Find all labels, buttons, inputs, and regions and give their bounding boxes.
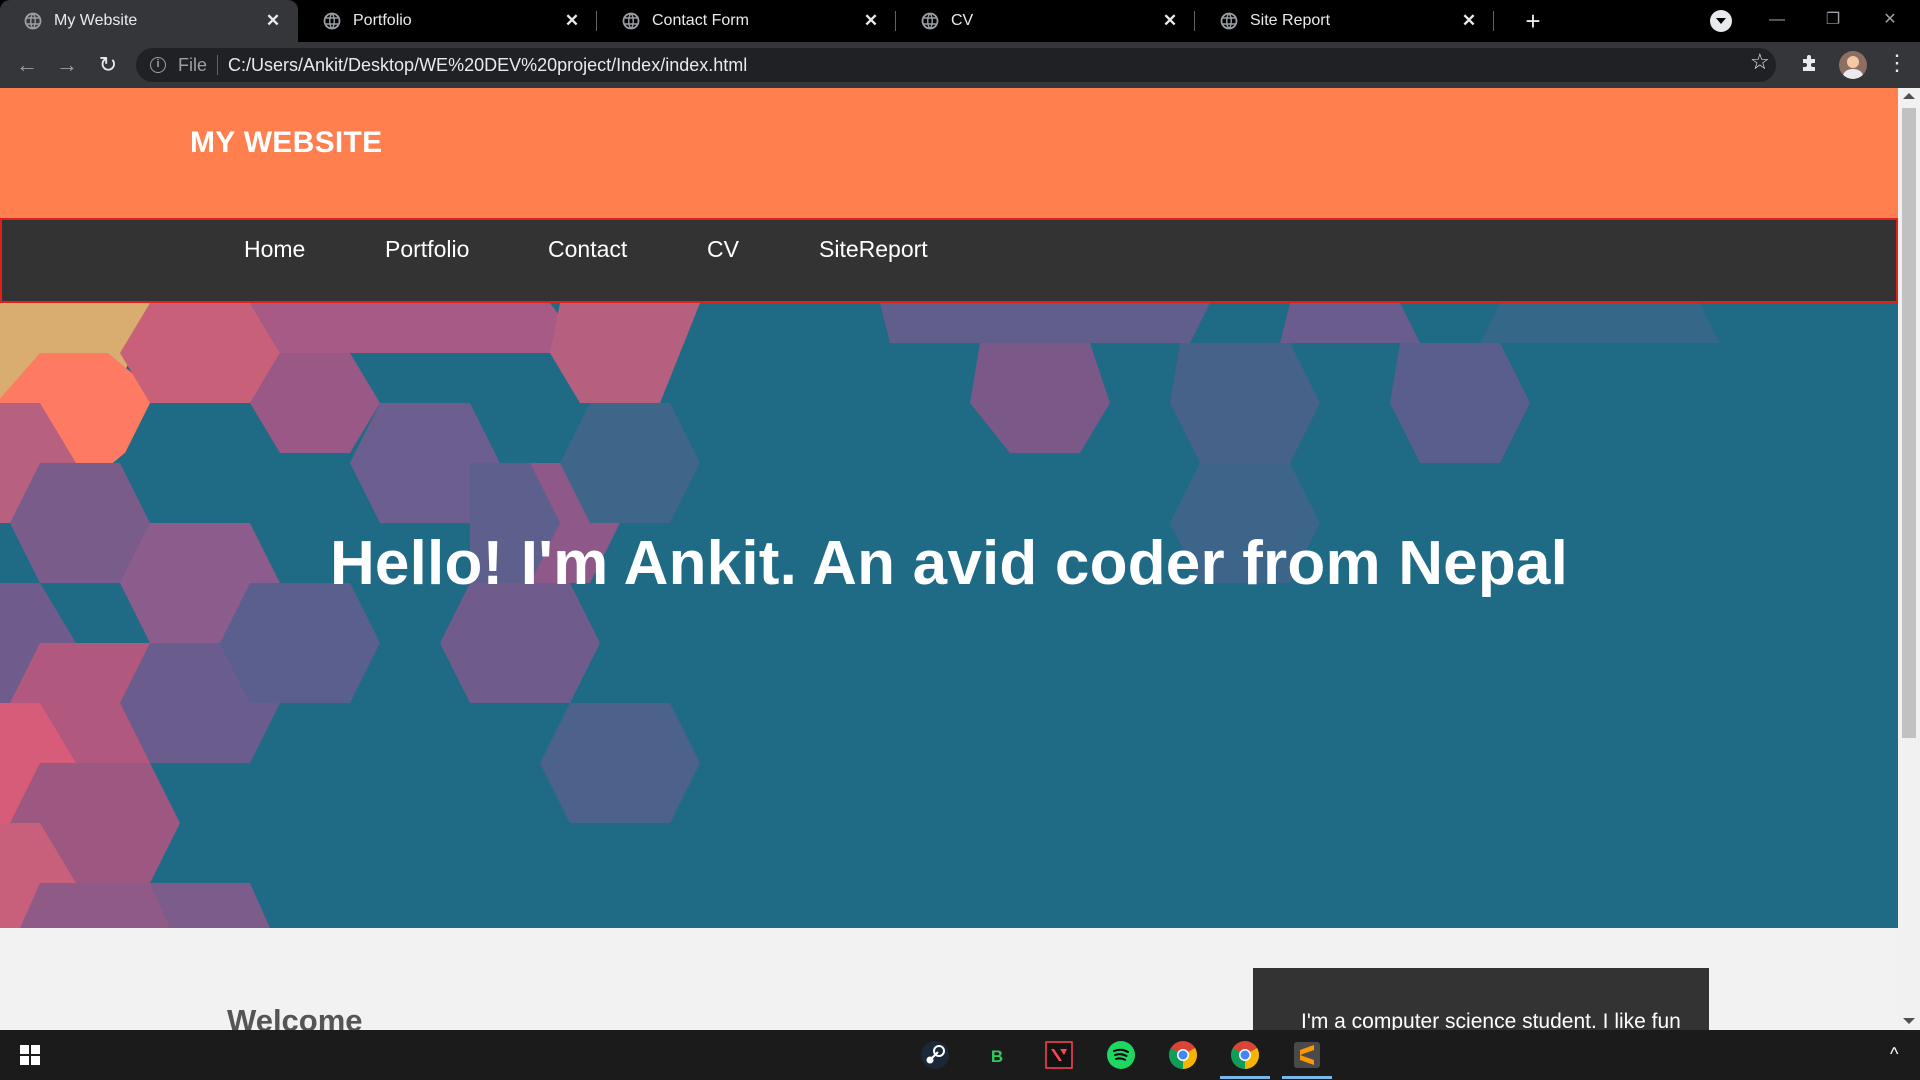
welcome-heading: Welcome: [227, 1003, 363, 1030]
nav-link-contact[interactable]: Contact: [548, 236, 627, 263]
address-scheme: File: [178, 54, 208, 75]
hero-banner: Hello! I'm Ankit. An avid coder from Nep…: [0, 303, 1898, 928]
site-logo[interactable]: MY WEBSITE: [190, 126, 382, 160]
svg-text:B: B: [991, 1047, 1003, 1066]
close-tab-icon[interactable]: ✕: [1456, 8, 1482, 34]
valorant-icon[interactable]: [1042, 1038, 1076, 1072]
nav-link-home[interactable]: Home: [244, 236, 305, 263]
browser-tab-strip: My Website ✕ Portfolio ✕ Contact Form ✕ …: [0, 0, 1920, 42]
close-tab-icon[interactable]: ✕: [1157, 8, 1183, 34]
tab-separator: [1194, 11, 1195, 31]
browser-menu-icon[interactable]: ⋮: [1886, 52, 1908, 74]
tab-title: Site Report: [1250, 12, 1331, 29]
tab-title: Portfolio: [353, 12, 412, 29]
restore-icon[interactable]: ❐: [1813, 6, 1853, 34]
globe-icon: [921, 12, 939, 30]
chrome-icon[interactable]: [1228, 1038, 1262, 1072]
browser-toolbar: ← → ↻ i File C:/Users/Ankit/Desktop/WE%2…: [0, 42, 1920, 88]
tab-search-icon[interactable]: [1710, 10, 1732, 32]
tab-title: My Website: [54, 12, 138, 29]
active-app-indicator: [1282, 1076, 1332, 1079]
chrome-icon[interactable]: [1166, 1038, 1200, 1072]
site-header: MY WEBSITE: [0, 88, 1898, 218]
nav-link-cv[interactable]: CV: [707, 236, 739, 263]
minimize-icon[interactable]: —: [1757, 6, 1797, 34]
tab-cv[interactable]: CV ✕: [897, 0, 1195, 42]
close-window-icon[interactable]: ✕: [1870, 6, 1910, 34]
tab-title: CV: [951, 12, 974, 29]
steam-icon[interactable]: [918, 1038, 952, 1072]
profile-avatar[interactable]: [1839, 51, 1867, 79]
tab-separator: [1493, 11, 1494, 31]
nav-link-sitereport[interactable]: SiteReport: [819, 236, 928, 263]
globe-icon: [1220, 12, 1238, 30]
tab-separator: [895, 11, 896, 31]
new-tab-button[interactable]: +: [1519, 7, 1547, 35]
globe-icon: [323, 12, 341, 30]
scroll-up-arrow-icon[interactable]: [1903, 93, 1915, 99]
page-scrollbar[interactable]: [1898, 88, 1920, 1030]
sublime-text-icon[interactable]: [1290, 1038, 1324, 1072]
forward-icon[interactable]: →: [53, 51, 81, 79]
windows-start-icon[interactable]: [20, 1045, 40, 1065]
b-app-icon[interactable]: B: [980, 1038, 1014, 1072]
info-icon[interactable]: i: [150, 57, 166, 73]
close-tab-icon[interactable]: ✕: [260, 8, 286, 34]
page-viewport: MY WEBSITE Home Portfolio Contact CV Sit…: [0, 88, 1920, 1030]
tab-site-report[interactable]: Site Report ✕: [1196, 0, 1494, 42]
address-divider: [217, 55, 219, 75]
close-tab-icon[interactable]: ✕: [858, 8, 884, 34]
nav-link-portfolio[interactable]: Portfolio: [385, 236, 469, 263]
tab-my-website[interactable]: My Website ✕: [0, 0, 298, 42]
address-bar[interactable]: i File C:/Users/Ankit/Desktop/WE%20DEV%2…: [136, 48, 1776, 82]
back-icon[interactable]: ←: [13, 51, 41, 79]
windows-taskbar: B ^: [0, 1030, 1920, 1080]
tab-contact-form[interactable]: Contact Form ✕: [598, 0, 896, 42]
site-nav: Home Portfolio Contact CV SiteReport: [0, 218, 1898, 303]
tab-portfolio[interactable]: Portfolio ✕: [299, 0, 597, 42]
about-text: I'm a computer science student. I like f…: [1301, 1010, 1681, 1030]
scroll-down-arrow-icon[interactable]: [1903, 1018, 1915, 1024]
about-panel: I'm a computer science student. I like f…: [1253, 968, 1709, 1030]
tray-chevron-icon[interactable]: ^: [1890, 1044, 1898, 1065]
bookmark-star-icon[interactable]: ☆: [1750, 49, 1770, 75]
extensions-puzzle-icon[interactable]: [1799, 52, 1821, 74]
globe-icon: [622, 12, 640, 30]
tab-title: Contact Form: [652, 12, 749, 29]
active-app-indicator: [1220, 1076, 1270, 1079]
hexagon-pattern-background: [0, 303, 1720, 928]
tab-separator: [596, 11, 597, 31]
address-url[interactable]: C:/Users/Ankit/Desktop/WE%20DEV%20projec…: [228, 55, 747, 76]
hero-title: Hello! I'm Ankit. An avid coder from Nep…: [329, 529, 1569, 598]
globe-icon: [24, 12, 42, 30]
close-tab-icon[interactable]: ✕: [559, 8, 585, 34]
reload-icon[interactable]: ↻: [94, 51, 122, 79]
scroll-thumb[interactable]: [1902, 108, 1916, 738]
spotify-icon[interactable]: [1104, 1038, 1138, 1072]
